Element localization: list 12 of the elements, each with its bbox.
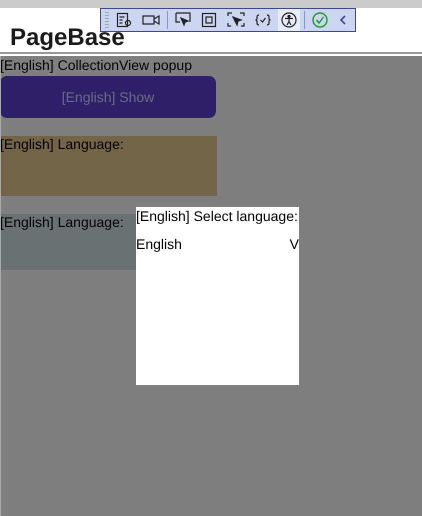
- square-icon[interactable]: [201, 12, 217, 28]
- language-panel: [English] Language:: [0, 136, 217, 196]
- page-heading: [English] CollectionView popup: [0, 56, 192, 74]
- binding-icon[interactable]: [255, 13, 271, 27]
- pointer-frame-icon[interactable]: [227, 12, 245, 28]
- live-tree-icon[interactable]: [116, 12, 132, 28]
- camera-icon[interactable]: [142, 13, 160, 27]
- page-title: PageBase: [10, 26, 125, 50]
- pointer-icon[interactable]: [175, 12, 191, 28]
- accessibility-icon[interactable]: [281, 12, 297, 28]
- collapse-icon[interactable]: [338, 13, 348, 27]
- check-icon[interactable]: [312, 12, 328, 28]
